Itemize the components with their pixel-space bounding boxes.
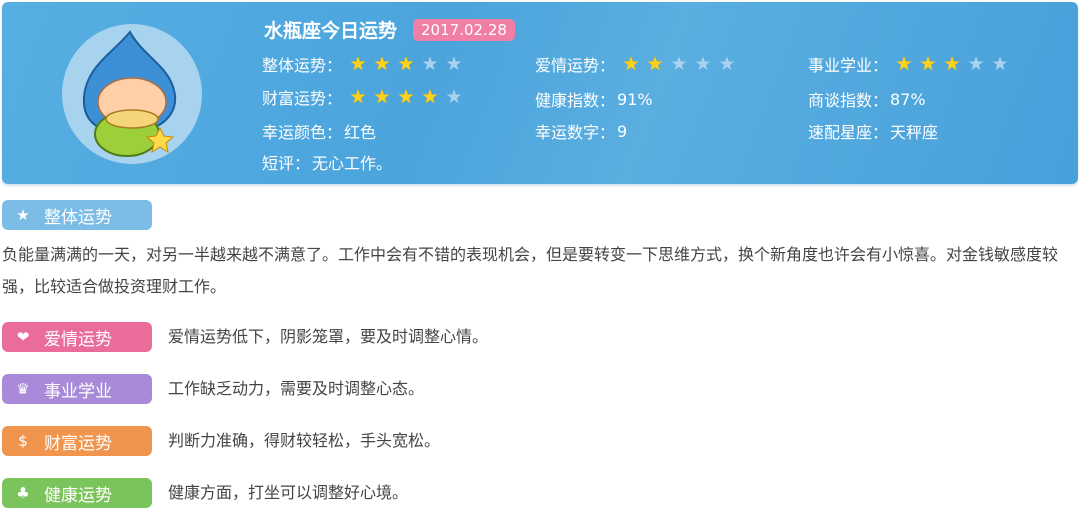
star-filled-icon: ★ xyxy=(349,52,367,75)
section-text-wealth: 判断力准确，得财较轻松，手头宽松。 xyxy=(168,431,441,450)
section-tag-wealth: $ 财富运势 xyxy=(2,426,152,456)
stat-value: 87% xyxy=(890,89,926,109)
rating-love: 爱情运势： ★ ★ ★ ★ ★ xyxy=(535,52,739,76)
star-filled-icon: ★ xyxy=(421,85,439,108)
section-label: 事业学业 xyxy=(44,381,112,402)
title-text: 水瓶座今日运势 xyxy=(264,20,398,42)
clover-icon: ♣ xyxy=(16,484,30,502)
rating-career: 事业学业： ★ ★ ★ ★ ★ xyxy=(808,52,1012,76)
lucky-number: 幸运数字： 9 xyxy=(535,119,627,143)
star-empty-icon: ★ xyxy=(670,52,688,75)
section-tag-overall: ★ 整体运势 xyxy=(2,200,152,230)
star-filled-icon: ★ xyxy=(622,52,640,75)
stat-value: 无心工作。 xyxy=(312,154,393,173)
stat-value: 红色 xyxy=(344,123,377,142)
stat-label: 幸运数字： xyxy=(535,123,616,142)
crown-icon: ♛ xyxy=(16,380,30,398)
star-filled-icon: ★ xyxy=(373,52,391,75)
star-filled-icon: ★ xyxy=(895,52,913,75)
rating-label: 财富运势： xyxy=(262,89,343,108)
page-title: 水瓶座今日运势 2017.02.28 xyxy=(264,16,515,43)
star-empty-icon: ★ xyxy=(694,52,712,75)
stat-label: 幸运颜色： xyxy=(262,123,343,142)
star-filled-icon: ★ xyxy=(397,52,415,75)
section-text-career: 工作缺乏动力，需要及时调整心态。 xyxy=(168,379,425,398)
coin-icon: $ xyxy=(18,432,28,450)
star-rating: ★ ★ ★ ★ ★ xyxy=(346,85,466,108)
section-tag-career: ♛ 事业学业 xyxy=(2,374,152,404)
star-empty-icon: ★ xyxy=(421,52,439,75)
rating-label: 爱情运势： xyxy=(535,56,616,75)
section-label: 健康运势 xyxy=(44,485,112,506)
rating-wealth: 财富运势： ★ ★ ★ ★ ★ xyxy=(262,85,466,109)
rating-overall: 整体运势： ★ ★ ★ ★ ★ xyxy=(262,52,466,76)
rating-label: 整体运势： xyxy=(262,56,343,75)
lucky-color: 幸运颜色： 红色 xyxy=(262,119,376,143)
star-filled-icon: ★ xyxy=(646,52,664,75)
section-text-health: 健康方面，打坐可以调整好心境。 xyxy=(168,483,409,502)
star-rating: ★ ★ ★ ★ ★ xyxy=(346,52,466,75)
stat-label: 健康指数： xyxy=(535,91,616,110)
star-empty-icon: ★ xyxy=(991,52,1009,75)
star-rating: ★ ★ ★ ★ ★ xyxy=(892,52,1012,75)
section-label: 财富运势 xyxy=(44,433,112,454)
stat-value: 91% xyxy=(617,89,653,109)
section-label: 爱情运势 xyxy=(44,329,112,350)
section-text-overall: 负能量满满的一天，对另一半越来越不满意了。工作中会有不错的表现机会，但是要转变一… xyxy=(2,245,1059,296)
section-text-love: 爱情运势低下，阴影笼罩，要及时调整心情。 xyxy=(168,327,489,346)
section-tag-health: ♣ 健康运势 xyxy=(2,478,152,508)
star-filled-icon: ★ xyxy=(349,85,367,108)
date-badge: 2017.02.28 xyxy=(413,18,515,41)
stat-label: 短评： xyxy=(262,154,311,173)
rating-label: 事业学业： xyxy=(808,56,889,75)
aquarius-mascot-image xyxy=(42,24,228,164)
negotiation-index: 商谈指数： 87% xyxy=(808,87,926,111)
star-filled-icon: ★ xyxy=(943,52,961,75)
health-index: 健康指数： 91% xyxy=(535,87,653,111)
match-sign: 速配星座： 天秤座 xyxy=(808,119,938,143)
section-label: 整体运势 xyxy=(44,207,112,228)
star-empty-icon: ★ xyxy=(967,52,985,75)
heart-icon: ❤ xyxy=(16,328,30,346)
stat-label: 商谈指数： xyxy=(808,91,889,110)
star-filled-icon: ★ xyxy=(397,85,415,108)
stat-value: 9 xyxy=(617,121,628,141)
star-empty-icon: ★ xyxy=(718,52,736,75)
star-filled-icon: ★ xyxy=(919,52,937,75)
star-empty-icon: ★ xyxy=(445,52,463,75)
star-rating: ★ ★ ★ ★ ★ xyxy=(619,52,739,75)
star-icon: ★ xyxy=(16,206,30,224)
stat-value: 天秤座 xyxy=(890,123,939,142)
short-comment: 短评： 无心工作。 xyxy=(262,150,392,174)
horoscope-header: 水瓶座今日运势 2017.02.28 整体运势： ★ ★ ★ ★ ★ 爱情运势： ★ ★ ★ ★ ★… xyxy=(2,2,1078,184)
stat-label: 速配星座： xyxy=(808,123,889,142)
star-empty-icon: ★ xyxy=(445,85,463,108)
section-tag-love: ❤ 爱情运势 xyxy=(2,322,152,352)
star-filled-icon: ★ xyxy=(373,85,391,108)
